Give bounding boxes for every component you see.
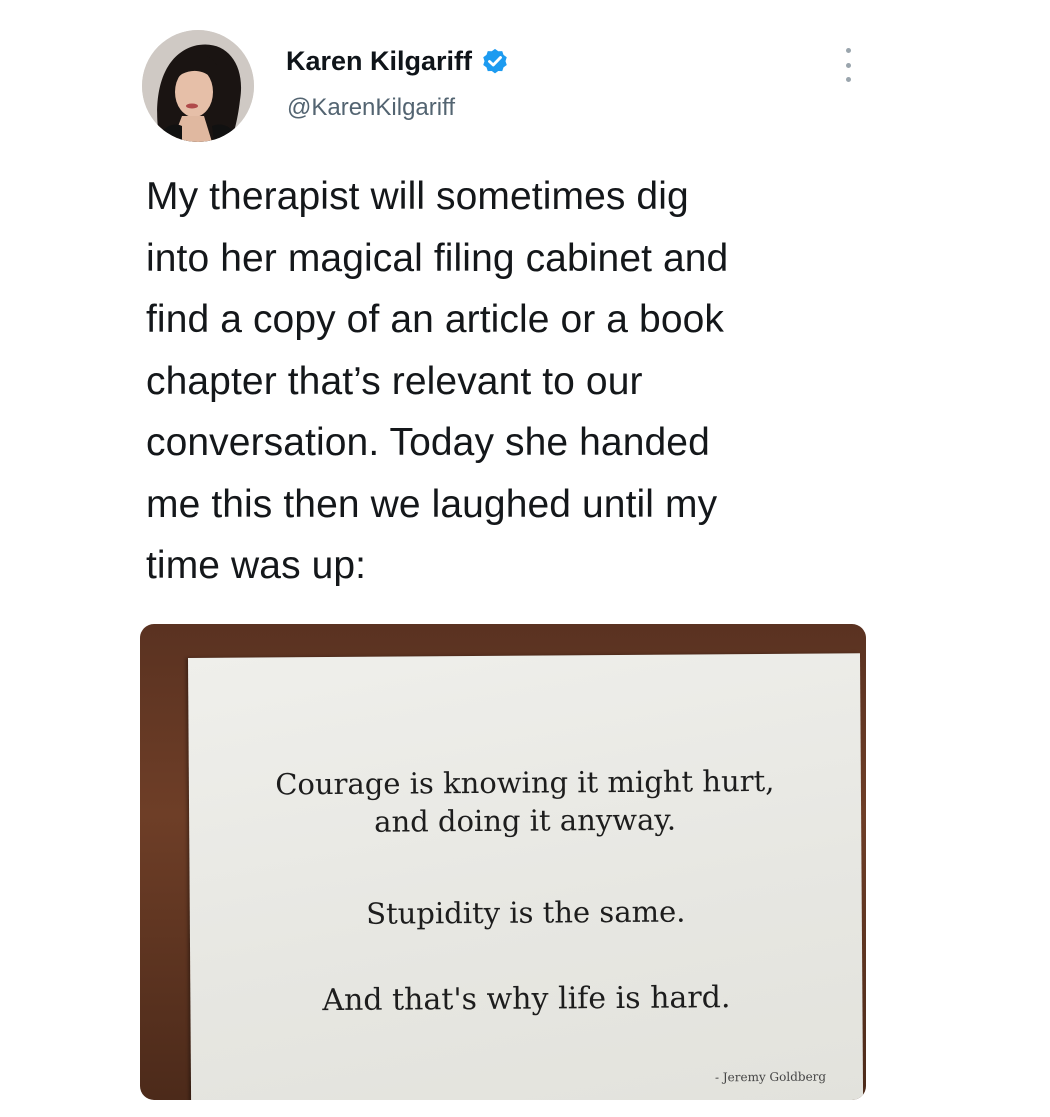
tweet-text: My therapist will sometimes dig into her… (146, 175, 729, 587)
quote-life-is-hard: And that's why life is hard. (322, 980, 731, 1019)
quote-courage: Courage is knowing it might hurt, and do… (275, 763, 775, 839)
quote-stupidity: Stupidity is the same. (366, 894, 686, 931)
tweet-media-photo[interactable]: Courage is knowing it might hurt, and do… (140, 624, 866, 1100)
more-vertical-icon[interactable] (836, 48, 860, 82)
tweet: Karen Kilgariff @KarenKilgariff My thera… (0, 0, 1050, 1117)
verified-badge-icon (483, 48, 507, 73)
quote-attribution: - Jeremy Goldberg (714, 1069, 827, 1085)
author-handle[interactable]: @KarenKilgariff (287, 94, 455, 122)
profile-photo-icon (142, 30, 254, 142)
author-name-text[interactable]: Karen Kilgariff (286, 46, 472, 77)
printed-quote-paper: Courage is knowing it might hurt, and do… (188, 653, 864, 1100)
author-display-name[interactable]: Karen Kilgariff (286, 46, 510, 77)
avatar[interactable] (142, 30, 254, 142)
